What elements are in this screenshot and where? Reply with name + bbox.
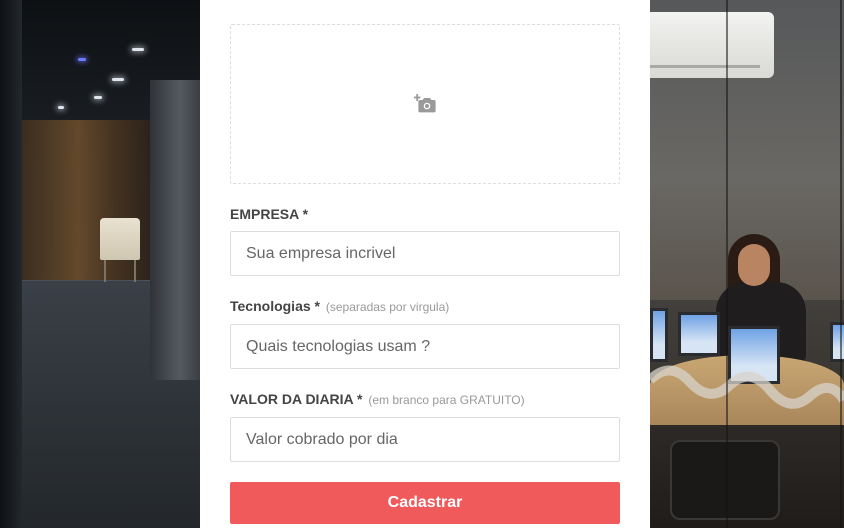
hallway-wall [150,80,200,380]
glass-frame [726,0,728,528]
ceiling-light [94,96,102,99]
techs-label: Tecnologias * (separadas por virgula) [230,298,620,315]
techs-hint: (separadas por virgula) [325,300,450,314]
laptop [650,308,668,362]
chair [100,218,140,260]
company-input[interactable] [230,231,620,276]
price-hint: (em branco para GRATUITO) [368,393,525,407]
pillar [0,0,22,528]
glass-decal [650,365,844,409]
price-label: VALOR DA DIARIA * (em branco para GRATUI… [230,391,620,408]
price-label-text: VALOR DA DIARIA * [230,391,363,407]
price-input[interactable] [230,417,620,462]
office-chair [670,440,780,520]
ceiling-light [58,106,64,109]
ceiling-light [112,78,124,81]
techs-input[interactable] [230,324,620,369]
company-label: EMPRESA * [230,206,620,222]
add-photo-icon [414,94,436,113]
techs-label-text: Tecnologias * [230,298,320,314]
ceiling-light [78,58,86,61]
company-label-text: EMPRESA * [230,206,309,222]
background-photo-coworking [650,0,844,528]
ceiling-light [132,48,144,51]
background-photo-hallway [0,0,200,528]
person-face [738,244,770,286]
new-spot-form: EMPRESA * Tecnologias * (separadas por v… [200,0,650,528]
laptop [678,312,720,356]
thumbnail-upload[interactable] [230,24,620,184]
chair-legs [104,260,136,282]
air-conditioner [650,12,774,78]
submit-button[interactable]: Cadastrar [230,482,620,524]
glass-frame [840,0,842,528]
